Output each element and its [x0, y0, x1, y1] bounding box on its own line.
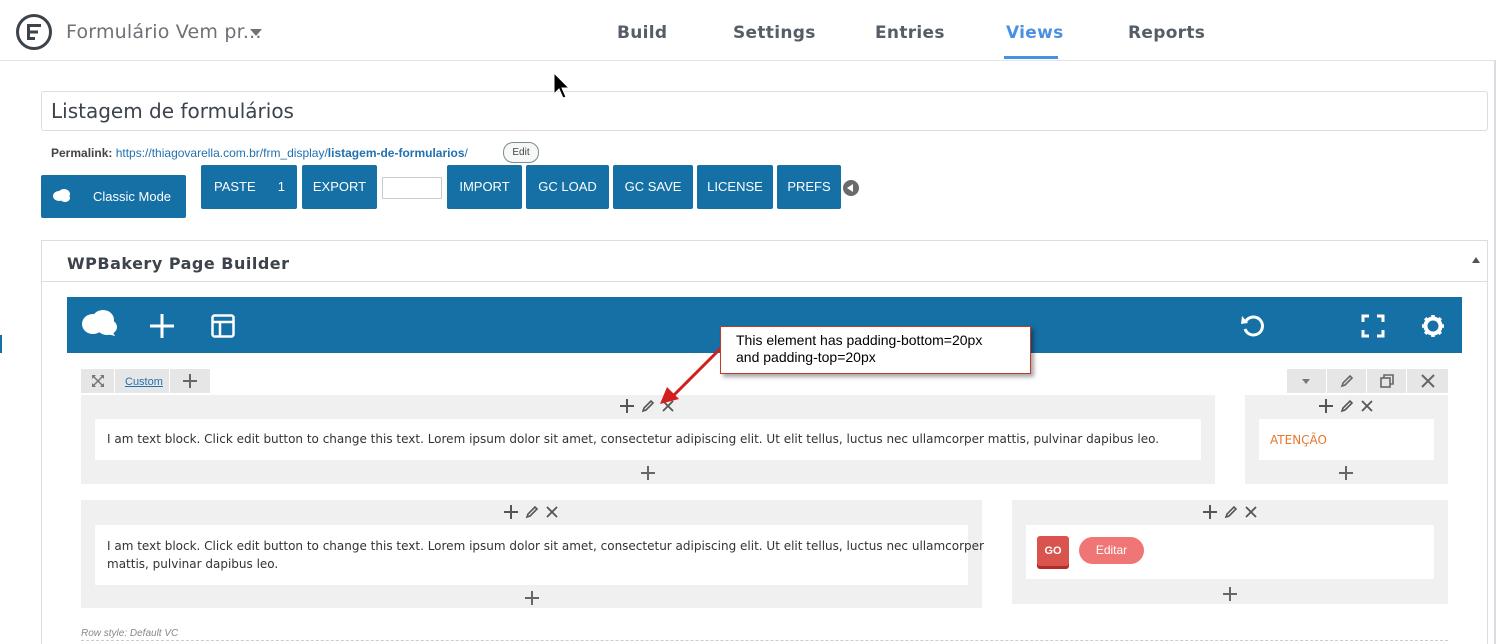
row-divider: [81, 640, 1448, 641]
add-element-bottom-icon[interactable]: [1339, 466, 1353, 480]
mouse-cursor-icon: [553, 72, 571, 99]
tab-settings[interactable]: Settings: [733, 23, 816, 43]
go-button[interactable]: GO: [1037, 536, 1069, 566]
classic-mode-button[interactable]: Classic Mode: [41, 175, 186, 218]
paste-count: 1: [277, 179, 285, 194]
classic-mode-label: Classic Mode: [93, 189, 172, 204]
text-block-1-content: I am text block. Click edit button to ch…: [107, 432, 1160, 446]
import-button[interactable]: IMPORT: [447, 165, 522, 209]
formidable-logo-icon[interactable]: [16, 14, 52, 50]
atencao-heading: ATENÇÃO: [1270, 433, 1327, 447]
row-style-label: Row style: Default VC: [81, 628, 179, 639]
element-controls-1: [620, 398, 675, 414]
pencil-icon: [1340, 374, 1354, 388]
clone-icon: [1380, 374, 1394, 388]
add-element-bottom-icon[interactable]: [641, 466, 655, 480]
pencil-icon[interactable]: [641, 399, 655, 413]
paste-label: PASTE: [214, 179, 256, 194]
add-element-icon[interactable]: [1203, 505, 1217, 519]
close-icon[interactable]: [661, 399, 675, 413]
form-title[interactable]: Formulário Vem pr...: [66, 21, 262, 43]
add-element-icon[interactable]: [149, 313, 175, 339]
editar-button[interactable]: Editar: [1079, 537, 1144, 564]
row-clone-button[interactable]: [1367, 369, 1407, 393]
row-move-handle[interactable]: [81, 369, 115, 393]
plus-icon: [183, 374, 197, 388]
element-controls-4: [1203, 504, 1258, 520]
pencil-icon[interactable]: [525, 505, 539, 519]
top-bar: Formulário Vem pr... Build Settings Entr…: [0, 0, 1496, 61]
add-element-icon[interactable]: [1319, 399, 1333, 413]
custom-layout-link[interactable]: Custom: [125, 376, 163, 388]
pencil-icon[interactable]: [1224, 505, 1238, 519]
text-block-2-line2: mattis, pulvinar dapibus leo.: [107, 557, 279, 571]
license-button[interactable]: LICENSE: [697, 165, 773, 209]
view-title-input[interactable]: Listagem de formulários: [41, 91, 1488, 131]
left-edge-marker: [0, 335, 2, 353]
gc-load-button[interactable]: GC LOAD: [526, 165, 609, 209]
row-toggle-button[interactable]: [1287, 369, 1327, 393]
templates-icon[interactable]: [211, 314, 235, 338]
pencil-icon[interactable]: [1340, 399, 1354, 413]
move-icon: [92, 375, 104, 387]
annotation-line-1: This element has padding-bottom=20px: [736, 332, 983, 348]
tab-reports[interactable]: Reports: [1128, 23, 1205, 43]
chevron-down-icon: [1302, 379, 1310, 384]
row-delete-button[interactable]: [1407, 369, 1448, 393]
collapse-icon[interactable]: [1472, 257, 1480, 263]
fullscreen-icon[interactable]: [1361, 314, 1385, 338]
wpbakery-logo-icon[interactable]: [81, 309, 119, 337]
add-element-bottom-icon[interactable]: [1223, 587, 1237, 601]
close-icon[interactable]: [1244, 505, 1258, 519]
row-edit-button[interactable]: [1327, 369, 1367, 393]
active-tab-indicator: [1004, 56, 1058, 59]
collapse-arrow-icon[interactable]: [843, 180, 859, 196]
edit-permalink-button[interactable]: Edit: [503, 142, 539, 163]
permalink-slug[interactable]: listagem-de-formularios: [328, 146, 465, 160]
permalink-trailing: /: [464, 146, 468, 160]
gear-icon[interactable]: [1421, 314, 1445, 338]
text-block-2-line1: I am text block. Click edit button to ch…: [107, 539, 984, 553]
add-column-button[interactable]: [170, 369, 210, 393]
wpbakery-title: WPBakery Page Builder: [67, 254, 290, 273]
add-element-bottom-icon[interactable]: [525, 591, 539, 605]
chevron-down-icon[interactable]: [250, 29, 262, 36]
wpbakery-header[interactable]: WPBakery Page Builder: [42, 241, 1487, 282]
gc-save-button[interactable]: GC SAVE: [613, 165, 693, 209]
add-element-icon[interactable]: [504, 505, 518, 519]
close-icon[interactable]: [545, 505, 559, 519]
tab-entries[interactable]: Entries: [875, 23, 945, 43]
permalink-label: Permalink:: [51, 146, 113, 160]
close-icon[interactable]: [1360, 399, 1374, 413]
annotation-line-2: and padding-top=20px: [736, 349, 876, 365]
row-controls-right: [1287, 369, 1448, 393]
annotation-callout: This element has padding-bottom=20px and…: [720, 326, 1031, 374]
element-controls-3: [504, 504, 559, 520]
permalink-base[interactable]: https://thiagovarella.com.br/frm_display…: [116, 146, 328, 160]
close-icon: [1421, 374, 1435, 388]
text-block-2[interactable]: I am text block. Click edit button to ch…: [95, 525, 984, 585]
paste-button[interactable]: PASTE 1: [201, 165, 297, 209]
export-button[interactable]: EXPORT: [302, 165, 377, 209]
text-block-1[interactable]: I am text block. Click edit button to ch…: [95, 419, 1201, 460]
element-controls-2: [1319, 398, 1374, 414]
import-field[interactable]: [382, 177, 442, 199]
tab-build[interactable]: Build: [617, 23, 667, 43]
cloud-icon: [53, 189, 70, 202]
permalink: Permalink: https://thiagovarella.com.br/…: [51, 146, 468, 160]
tab-views[interactable]: Views: [1006, 23, 1064, 43]
add-element-icon[interactable]: [620, 399, 634, 413]
prefs-button[interactable]: PREFS: [777, 165, 841, 209]
undo-icon[interactable]: [1240, 313, 1266, 339]
